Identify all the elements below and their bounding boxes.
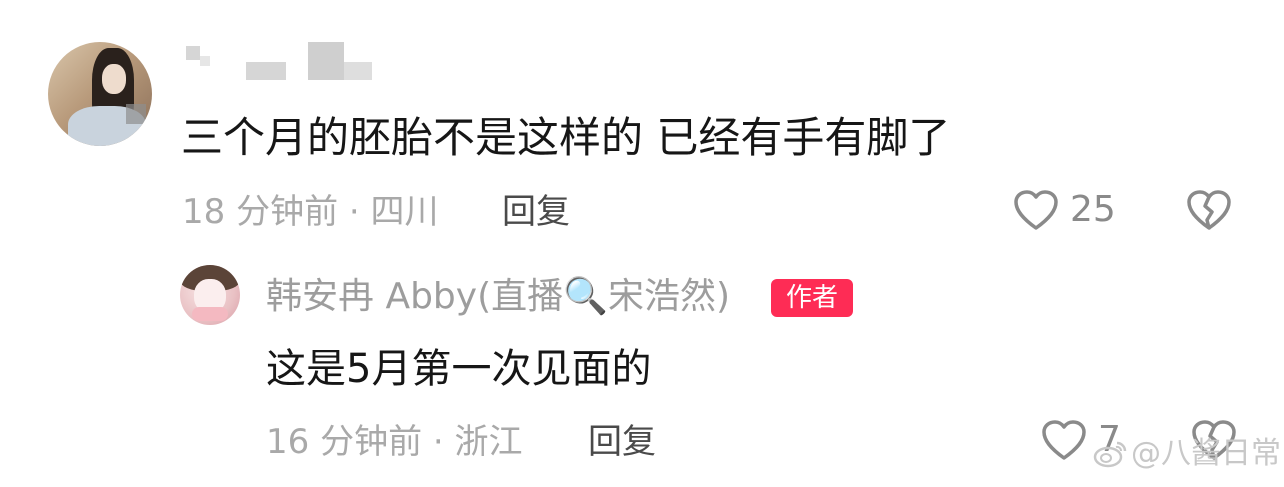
reply-avatar-hands [192, 307, 228, 321]
dislike-button[interactable] [1185, 188, 1233, 236]
username-blurred[interactable] [186, 42, 376, 84]
like-count: 25 [1070, 189, 1116, 230]
avatar-face [102, 64, 126, 94]
avatar[interactable] [48, 42, 152, 146]
reply-timestamp-location: 16 分钟前 · 浙江 [266, 422, 523, 462]
reply-avatar[interactable] [180, 265, 240, 325]
reply-author-name[interactable]: 韩安冉 Abby(直播🔍宋浩然) [266, 274, 730, 320]
reply-reply-button[interactable]: 回复 [588, 420, 656, 464]
like-button[interactable]: 25 [1012, 188, 1116, 232]
heart-icon [1014, 190, 1058, 230]
broken-heart-icon [1187, 190, 1231, 230]
avatar-mosaic [126, 104, 146, 124]
weibo-icon [1093, 441, 1127, 468]
watermark: @八酱日常 [1093, 433, 1281, 475]
author-badge: 作者 [771, 279, 853, 317]
watermark-text: @八酱日常 [1131, 436, 1281, 471]
comment-timestamp-location: 18 分钟前 · 四川 [182, 192, 439, 232]
heart-icon [1042, 420, 1086, 460]
reply-button[interactable]: 回复 [502, 190, 570, 234]
comment-text: 三个月的胚胎不是这样的 已经有手有脚了 [181, 113, 951, 162]
reply-text: 这是5月第一次见面的 [266, 346, 652, 392]
